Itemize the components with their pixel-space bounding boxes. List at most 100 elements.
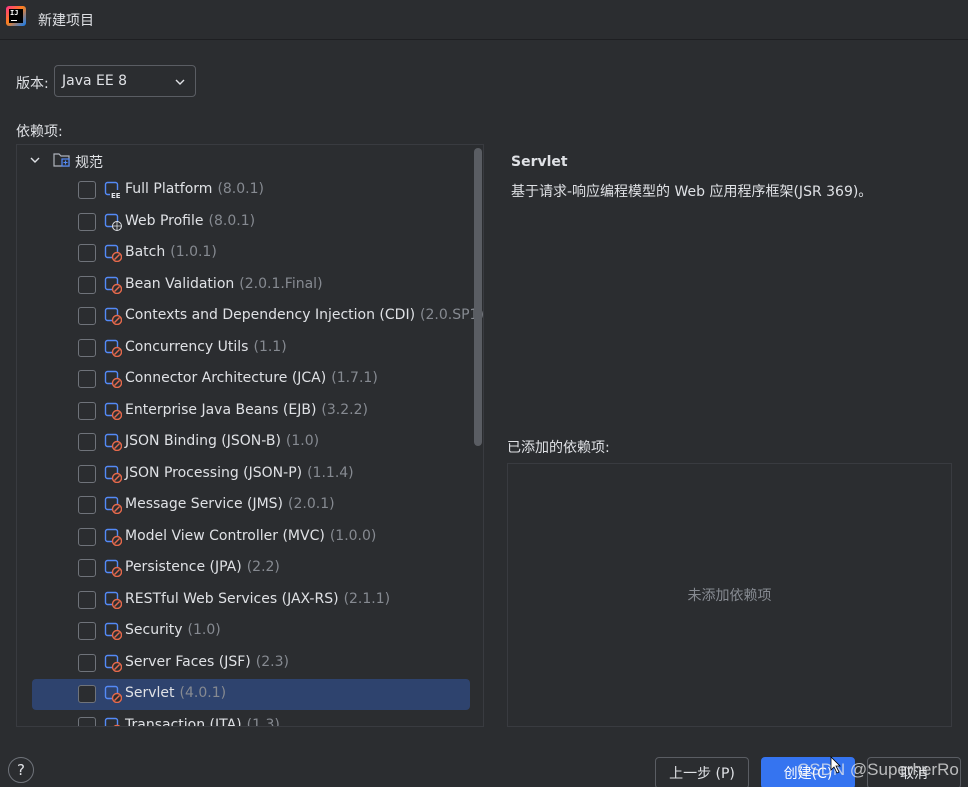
dependency-version: (1.3)	[246, 716, 280, 727]
chevron-down-icon	[175, 79, 185, 85]
spec-module-icon	[104, 717, 121, 726]
svg-text:EE: EE	[111, 192, 121, 199]
spec-module-icon	[104, 496, 122, 514]
spec-module-icon	[104, 528, 122, 546]
spec-module-icon	[104, 244, 122, 262]
dependency-checkbox[interactable]	[78, 181, 96, 199]
dependency-row[interactable]: Transaction (JTA) (1.3)	[17, 711, 473, 727]
help-button[interactable]: ?	[8, 757, 34, 783]
dependency-checkbox[interactable]	[78, 433, 96, 451]
dependency-row[interactable]: Persistence (JPA) (2.2)	[17, 553, 473, 584]
dependency-checkbox[interactable]	[78, 559, 96, 577]
dependency-version: (1.1)	[253, 338, 287, 355]
dependency-version: (1.7.1)	[331, 370, 378, 386]
dependency-checkbox[interactable]	[78, 590, 96, 609]
dependency-row[interactable]: Connector Architecture (JCA) (1.7.1)	[17, 364, 473, 395]
dependency-label: Model View Controller (MVC) (1.0.0)	[125, 528, 376, 544]
folder-module-icon	[53, 153, 70, 167]
dependency-version: (3.2.2)	[321, 401, 368, 418]
dependency-label: Persistence (JPA) (2.2)	[125, 559, 280, 575]
dependency-checkbox[interactable]	[78, 370, 96, 388]
dependency-name: Server Faces (JSF)	[125, 653, 251, 670]
version-selected-value: Java EE 8	[62, 73, 128, 89]
dependency-row[interactable]: Enterprise Java Beans (EJB) (3.2.2)	[17, 396, 473, 427]
dependencies-label: 依赖项:	[16, 124, 63, 140]
dependency-checkbox[interactable]	[78, 275, 96, 294]
spec-module-icon	[104, 307, 122, 325]
dependencies-tree[interactable]: 规范 EE Full Platform (8.0.1) Web Profile (8.0…	[16, 144, 484, 727]
dependency-version: (2.0.1)	[288, 496, 335, 512]
dependency-row[interactable]: Security (1.0)	[17, 616, 473, 647]
dependency-version: (4.0.1)	[179, 685, 227, 701]
dependency-checkbox[interactable]	[78, 401, 96, 420]
dependency-checkbox[interactable]	[78, 307, 96, 325]
dependency-checkbox[interactable]	[78, 244, 96, 262]
spec-module-icon	[104, 591, 122, 609]
version-dropdown[interactable]: Java EE 8	[54, 65, 196, 97]
watermark: CSDN @SuperherRo	[797, 760, 959, 779]
dependency-label: JSON Binding (JSON-B) (1.0)	[125, 433, 319, 449]
previous-button[interactable]: 上一步 (P)	[655, 757, 749, 787]
tree-group-spec[interactable]: 规范	[17, 145, 483, 177]
dependency-name: Transaction (JTA)	[125, 716, 242, 727]
spec-module-icon	[104, 402, 122, 420]
dependency-row[interactable]: Message Service (JMS) (2.0.1)	[17, 490, 473, 521]
chevron-down-icon[interactable]	[29, 154, 41, 166]
added-empty-text: 未添加依赖项	[687, 588, 772, 604]
dependency-row[interactable]: RESTful Web Services (JAX-RS) (2.1.1)	[17, 585, 473, 616]
dependency-row[interactable]: JSON Binding (JSON-B) (1.0)	[17, 427, 473, 458]
dependency-name: Batch	[125, 244, 166, 260]
dependency-checkbox[interactable]	[78, 622, 96, 640]
dependency-name: Web Profile	[125, 212, 204, 229]
dependency-name: JSON Processing (JSON-P)	[125, 464, 303, 481]
dependency-row[interactable]: Contexts and Dependency Injection (CDI)(…	[17, 301, 483, 332]
dependency-version: (1.1.4)	[307, 464, 354, 481]
dependency-version: (2.3)	[255, 653, 289, 670]
tree-scrollbar[interactable]	[474, 148, 482, 446]
dependency-label: Server Faces (JSF) (2.3)	[125, 654, 289, 670]
dependency-label: Contexts and Dependency Injection (CDI)(…	[125, 307, 483, 323]
dependency-version: (2.2)	[246, 559, 280, 575]
dependency-checkbox[interactable]	[78, 496, 96, 514]
dependency-name: Concurrency Utils	[125, 338, 249, 355]
dependency-checkbox[interactable]	[78, 716, 96, 726]
dependency-label: Connector Architecture (JCA) (1.7.1)	[125, 370, 378, 386]
dependency-checkbox[interactable]	[78, 212, 96, 231]
dependency-name: Model View Controller (MVC)	[125, 527, 325, 544]
dependency-label: JSON Processing (JSON-P) (1.1.4)	[125, 465, 354, 481]
dependency-checkbox[interactable]	[78, 464, 96, 483]
ee-module-icon: EE	[104, 181, 122, 199]
dependency-row[interactable]: EE Full Platform (8.0.1)	[17, 175, 473, 206]
spec-module-icon	[104, 370, 122, 388]
dependency-row[interactable]: Server Faces (JSF) (2.3)	[17, 648, 473, 679]
dependency-row[interactable]: Model View Controller (MVC) (1.0.0)	[17, 522, 473, 553]
dependency-row[interactable]: Bean Validation (2.0.1.Final)	[17, 270, 473, 301]
window-title: 新建项目	[38, 13, 94, 29]
tree-group-label: 规范	[75, 155, 103, 171]
dependency-name: Connector Architecture (JCA)	[125, 370, 327, 386]
dependency-checkbox[interactable]	[78, 653, 96, 672]
dependency-name: Message Service (JMS)	[125, 496, 284, 512]
dependency-label: Enterprise Java Beans (EJB) (3.2.2)	[125, 402, 368, 418]
intellij-logo-icon: IJ	[6, 6, 26, 26]
added-dependencies-list: 未添加依赖项	[507, 463, 952, 727]
dependency-row[interactable]: Concurrency Utils (1.1)	[17, 333, 473, 364]
dependency-row[interactable]: Web Profile (8.0.1)	[17, 207, 473, 238]
dependency-name: RESTful Web Services (JAX-RS)	[125, 590, 339, 607]
dependency-label: Servlet (4.0.1)	[125, 685, 226, 701]
dependency-version: (8.0.1)	[208, 212, 256, 229]
dependency-checkbox[interactable]	[78, 685, 96, 703]
added-dependencies-label: 已添加的依赖项:	[507, 440, 610, 456]
dependency-checkbox[interactable]	[78, 338, 96, 357]
dependency-name: Full Platform	[125, 181, 213, 197]
dependency-version: (2.0.1.Final)	[239, 275, 323, 292]
dependency-label: Security (1.0)	[125, 622, 221, 638]
dependency-checkbox[interactable]	[78, 527, 96, 546]
dependency-row[interactable]: JSON Processing (JSON-P) (1.1.4)	[17, 459, 473, 490]
dependency-version: (8.0.1)	[217, 181, 264, 197]
dependency-row[interactable]: Servlet (4.0.1)	[32, 679, 470, 710]
dependency-label: RESTful Web Services (JAX-RS) (2.1.1)	[125, 591, 390, 607]
dependency-row[interactable]: Batch (1.0.1)	[17, 238, 473, 269]
dependency-name: Security	[125, 622, 183, 638]
dependency-label: Message Service (JMS) (2.0.1)	[125, 496, 335, 512]
